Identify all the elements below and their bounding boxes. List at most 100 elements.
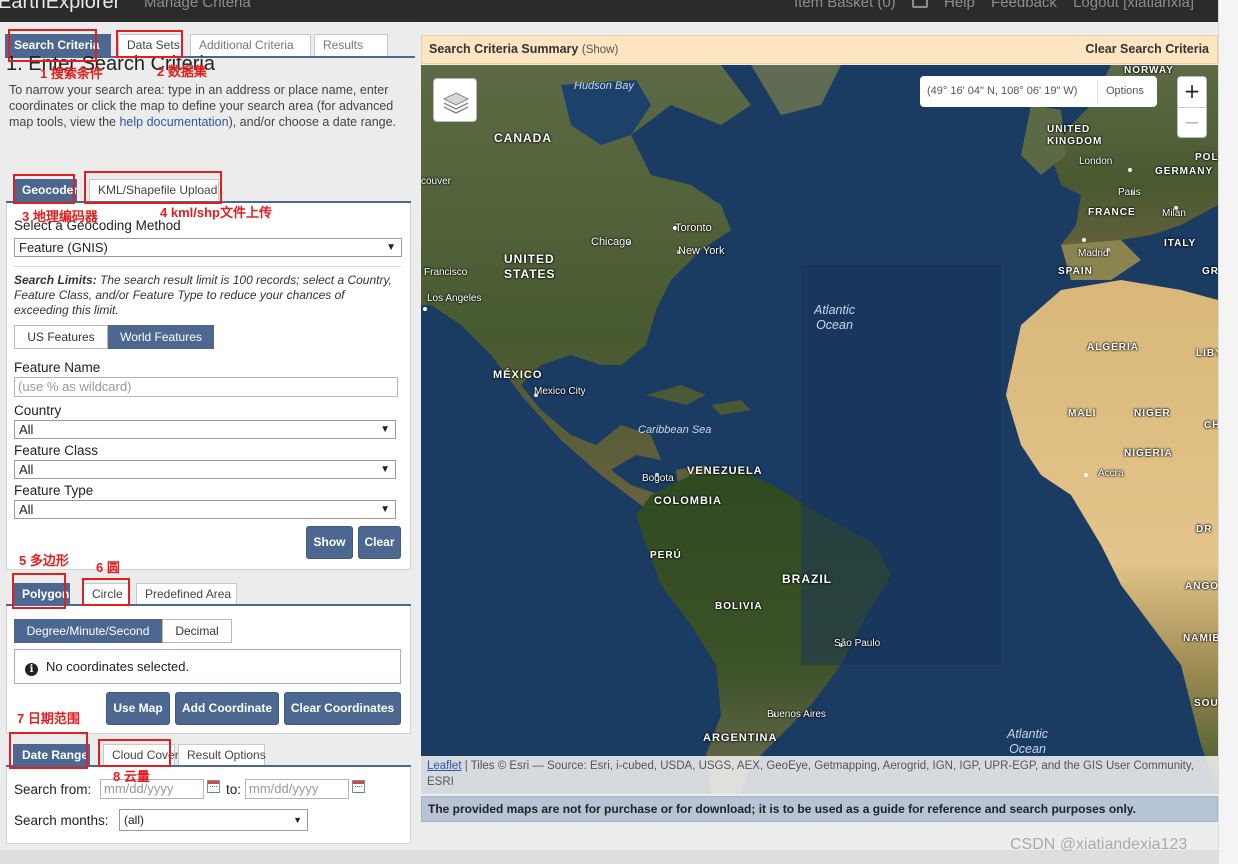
map-label: MALI <box>1068 408 1097 419</box>
map-label: Paris <box>1118 187 1141 198</box>
map-view[interactable]: Hudson Bay CANADA NORWAY UNITED KINGDOM … <box>421 65 1218 794</box>
map-label: ITALY <box>1164 238 1197 249</box>
feature-class-select[interactable]: All ▼ <box>14 460 396 479</box>
clear-button[interactable]: Clear <box>358 526 401 559</box>
map-label: Atlantic Ocean <box>814 303 855 332</box>
feature-type-label: Feature Type <box>14 483 94 498</box>
world-features-toggle[interactable]: World Features <box>108 325 214 349</box>
feedback-link[interactable]: Feedback <box>991 0 1057 11</box>
map-label: PERÚ <box>650 550 682 561</box>
manage-criteria-link[interactable]: Manage Criteria <box>144 0 251 11</box>
map-label: ALGERIA <box>1087 342 1139 353</box>
coordinate-readout: (49° 16' 04" N, 108° 06' 19" W) Options <box>920 76 1157 107</box>
annotation-label: 3 地理编码器 <box>22 209 98 224</box>
zoom-in-button[interactable]: + <box>1178 77 1206 107</box>
chevron-down-icon: ▼ <box>386 242 396 253</box>
map-label: Hudson Bay <box>574 80 634 92</box>
date-to-input[interactable]: mm/dd/yyyy <box>245 779 349 799</box>
feature-class-value: All <box>19 462 34 477</box>
map-label: Chicago <box>591 236 632 248</box>
zoom-out-button[interactable]: − <box>1178 107 1206 137</box>
search-limits-text: Search Limits: The search result limit i… <box>14 273 394 318</box>
annotation-label: 6 圆 <box>96 560 120 575</box>
map-label: UNITED KINGDOM <box>1047 124 1103 147</box>
logout-link[interactable]: Logout [xiatianxia] <box>1073 0 1194 11</box>
layers-button[interactable] <box>433 78 477 122</box>
map-disclaimer: The provided maps are not for purchase o… <box>421 796 1218 822</box>
map-label: POLA <box>1195 152 1218 163</box>
annotation-box <box>13 174 75 204</box>
map-label: DR <box>1196 524 1213 535</box>
annotation-box <box>82 578 130 606</box>
no-coordinates-text: No coordinates selected. <box>46 659 190 674</box>
decimal-toggle[interactable]: Decimal <box>162 619 232 643</box>
to-label: to: <box>226 782 242 797</box>
calendar-icon[interactable] <box>352 780 365 793</box>
search-months-select[interactable]: (all) ▼ <box>119 809 308 831</box>
map-label: ARGENTINA <box>703 732 778 744</box>
attribution-text: | Tiles © Esri — Source: Esri, i-cubed, … <box>427 760 1194 788</box>
annotation-label: 8 云量 <box>113 769 150 784</box>
geocoding-method-select[interactable]: Feature (GNIS) ▼ <box>14 238 402 257</box>
map-label: Los Angeles <box>427 293 482 304</box>
feature-type-select[interactable]: All ▼ <box>14 500 396 519</box>
summary-show-link[interactable]: (Show) <box>582 44 618 56</box>
map-label: Francisco <box>424 267 468 278</box>
map-label: MÉXICO <box>493 369 543 381</box>
cursor-coordinates: (49° 16' 04" N, 108° 06' 19" W) <box>927 85 1078 97</box>
search-months-label: Search months: <box>14 813 109 828</box>
map-label: BRAZIL <box>782 572 832 586</box>
vertical-scrollbar[interactable] <box>1218 0 1238 864</box>
add-coordinate-button[interactable]: Add Coordinate <box>175 692 279 725</box>
help-documentation-link[interactable]: help documentation <box>119 115 228 129</box>
app-brand[interactable]: EarthExplorer <box>0 0 120 14</box>
date-pane <box>6 766 411 844</box>
map-label: GR <box>1202 266 1218 277</box>
chevron-down-icon: ▼ <box>380 424 390 435</box>
map-label: Caribbean Sea <box>638 424 712 436</box>
map-attribution: Leaflet | Tiles © Esri — Source: Esri, i… <box>421 756 1218 794</box>
tab-results[interactable]: Results <box>314 34 388 56</box>
annotation-box <box>84 171 222 204</box>
search-limits-heading: Search Limits: <box>14 273 97 287</box>
search-months-value: (all) <box>124 813 144 827</box>
calendar-icon[interactable] <box>207 780 220 793</box>
divider <box>1097 80 1098 103</box>
zoom-control: + − <box>1177 76 1207 138</box>
tab-predefined-area[interactable]: Predefined Area <box>136 583 237 605</box>
tab-result-options[interactable]: Result Options <box>178 744 266 766</box>
us-features-toggle[interactable]: US Features <box>14 325 108 349</box>
feature-type-value: All <box>19 502 34 517</box>
map-label: couver <box>421 176 452 187</box>
basket-icon[interactable] <box>911 0 928 8</box>
area-tabs-underline <box>6 604 411 606</box>
leaflet-link[interactable]: Leaflet <box>427 760 462 772</box>
map-label: NIGER <box>1134 408 1171 419</box>
map-label: Mexico City <box>534 386 586 397</box>
map-label: Madrid <box>1078 248 1109 259</box>
annotation-label: 1 搜索条件 <box>40 66 103 81</box>
show-button[interactable]: Show <box>306 526 353 559</box>
feature-class-label: Feature Class <box>14 443 99 458</box>
no-coordinates-message: i No coordinates selected. <box>14 649 401 684</box>
annotation-box <box>98 739 171 767</box>
intro-after: ), and/or choose a date range. <box>228 115 397 129</box>
clear-coordinates-button[interactable]: Clear Coordinates <box>284 692 401 725</box>
dms-toggle[interactable]: Degree/Minute/Second <box>14 619 162 643</box>
country-value: All <box>19 422 34 437</box>
top-navbar: EarthExplorer Manage Criteria Item Baske… <box>0 0 1218 22</box>
annotation-label: 2 数据集 <box>157 64 207 79</box>
feature-name-input[interactable]: (use % as wildcard) <box>14 377 398 397</box>
search-criteria-summary-bar: Search Criteria Summary (Show) Clear Sea… <box>421 35 1218 64</box>
country-label: Country <box>14 403 62 418</box>
map-label: SOU <box>1194 698 1218 709</box>
satellite-map[interactable] <box>421 65 1218 794</box>
help-link[interactable]: Help <box>944 0 975 11</box>
use-map-button[interactable]: Use Map <box>106 692 170 725</box>
country-select[interactable]: All ▼ <box>14 420 396 439</box>
clear-search-criteria-link[interactable]: Clear Search Criteria <box>1085 36 1209 63</box>
chevron-down-icon: ▼ <box>380 504 390 515</box>
map-options-button[interactable]: Options <box>1106 76 1144 107</box>
search-from-label: Search from: <box>14 782 92 797</box>
item-basket-link[interactable]: Item Basket (0) <box>794 0 896 11</box>
